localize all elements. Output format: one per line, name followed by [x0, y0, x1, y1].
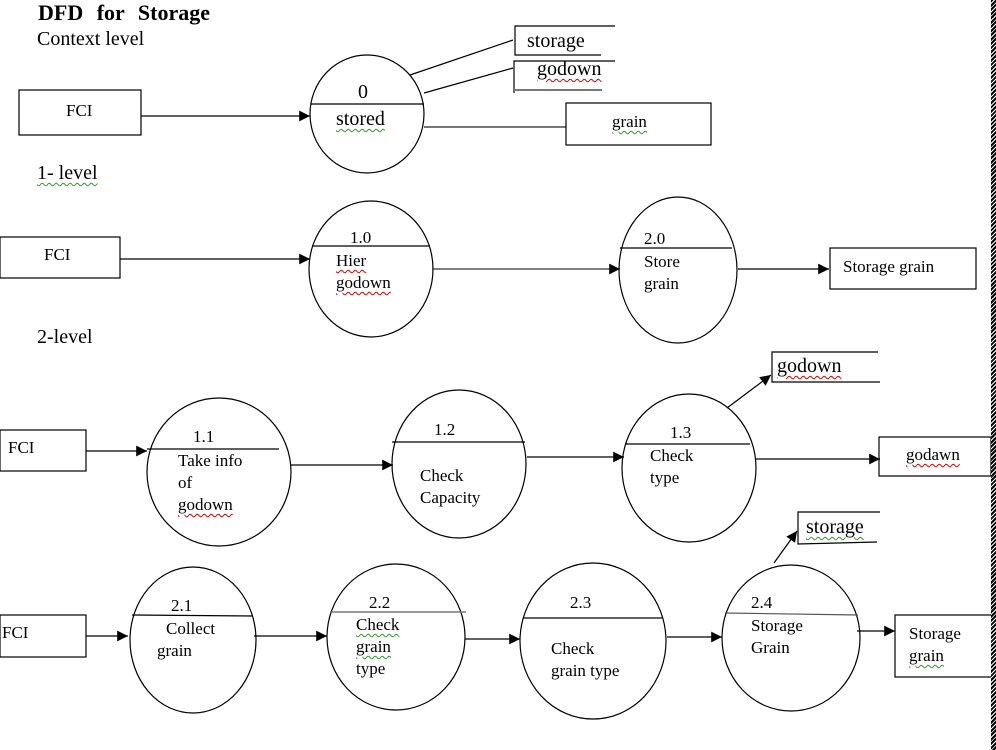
name-line: of: [178, 473, 193, 492]
name-line: Take info: [178, 451, 243, 470]
level1-process-2.0-name: Store grain: [644, 251, 680, 295]
level1-source-label: FCI: [44, 245, 71, 264]
section-level-2: 2-level: [37, 326, 93, 348]
name-line: Collect: [166, 619, 216, 638]
level2r2-process-2.2-name: Check grain type: [356, 614, 399, 680]
dfd-canvas: [0, 25, 994, 720]
section-level-1: 1- level: [37, 162, 98, 185]
level2r1-store-text: godown: [777, 355, 842, 377]
context-flow-to-godown: [423, 67, 514, 94]
level2r1-process-1.1-id: 1.1: [193, 427, 215, 446]
level2r1-source-label: FCI: [8, 438, 35, 457]
level2r2-flow-2.4-to-store: [773, 530, 798, 564]
level2r2-process-2.4-id: 2.4: [751, 593, 773, 612]
level2r1-process-1.3-name: Check type: [650, 445, 693, 489]
section-level-1-label: 1- level: [37, 162, 98, 184]
name-line: Capacity: [420, 488, 481, 507]
level2r1-sink-label: godawn: [906, 444, 960, 466]
name-line: grain: [644, 274, 679, 293]
level2r1-store-godown: godown: [777, 354, 841, 378]
name-line: Storage: [909, 624, 961, 643]
level2r1-process-1.2-circle: [391, 389, 527, 539]
level2r1-sink-text: godawn: [906, 445, 960, 464]
name-line: Check: [356, 615, 400, 634]
name-line: Grain: [751, 638, 790, 657]
context-process-name: stored: [336, 107, 385, 131]
name-line: grain: [356, 637, 391, 656]
level2r2-process-2.4-name: Storage Grain: [751, 615, 803, 659]
name-line: Check: [551, 639, 595, 658]
level2r2-sink-label: Storage grain: [909, 623, 961, 667]
level2r2-process-2.1-divider: [131, 614, 254, 617]
name-line: grain: [157, 641, 192, 660]
name-line: Hier: [336, 251, 367, 270]
context-flow-to-storage: [409, 39, 514, 76]
context-source-label: FCI: [66, 101, 93, 120]
context-sink-label: grain: [612, 111, 647, 133]
level2r2-process-2.3-name: Check grain type: [551, 638, 619, 682]
name-line: godown: [178, 495, 233, 514]
level2r1-process-1.3-id: 1.3: [670, 423, 692, 442]
context-store-storage: storage: [527, 30, 585, 52]
name-line: grain type: [551, 661, 620, 680]
level2r2-store-text: storage: [806, 516, 864, 538]
name-line: type: [356, 659, 386, 678]
level1-process-2.0-id: 2.0: [644, 229, 666, 248]
context-process-id: 0: [358, 81, 368, 103]
context-process-name-text: stored: [336, 108, 385, 130]
name-line: type: [650, 468, 680, 487]
level2r2-process-2.1-id: 2.1: [171, 596, 193, 615]
level2r2-process-2.3-id: 2.3: [570, 593, 592, 612]
level2r2-process-2.2-id: 2.2: [369, 593, 391, 612]
page-edge-border: [991, 0, 996, 750]
level2r1-process-1.2-id: 1.2: [434, 420, 456, 439]
name-line: Storage: [751, 616, 803, 635]
context-store-godown: godown: [537, 57, 601, 81]
level2r1-flow-1.3-to-store: [726, 374, 772, 409]
name-line: Check: [650, 446, 694, 465]
name-line: Check: [420, 466, 464, 485]
level2r1-process-1.1-name: Take info of godown: [178, 450, 242, 516]
level2r2-store-storage: storage: [806, 515, 864, 539]
context-store-godown-text: godown: [537, 58, 602, 80]
name-line: godown: [336, 273, 391, 292]
name-line: grain: [909, 646, 944, 665]
level1-process-1.0-name: Hier godown: [336, 250, 391, 294]
level2r2-source-label: FCI: [2, 623, 29, 642]
level2r1-process-1.2-name: Check Capacity: [420, 465, 480, 509]
level1-process-1.0-id: 1.0: [350, 228, 372, 247]
section-context-level: Context level: [37, 28, 145, 50]
level2r2-process-2.1-name: Collect grain: [157, 618, 215, 662]
diagram-title: DFD for Storage: [38, 0, 210, 25]
name-line: Store: [644, 252, 680, 271]
level1-sink-label: Storage grain: [843, 257, 935, 276]
context-sink-text: grain: [612, 112, 647, 131]
